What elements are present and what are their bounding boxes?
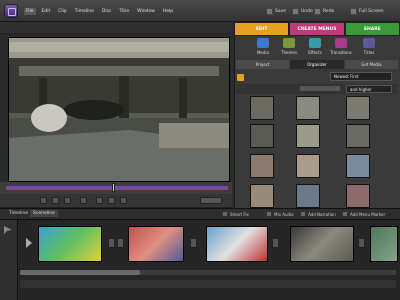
media-grid (250, 96, 390, 208)
workspace-tabs: EDIT CREATE MENUS SHARE (234, 22, 400, 36)
transport-controls (0, 194, 232, 208)
category-themes[interactable]: Themes (276, 38, 302, 60)
transition-icon[interactable] (108, 238, 115, 248)
transition-icon[interactable] (358, 238, 365, 248)
step-forward-icon[interactable] (108, 197, 115, 204)
scene-arrow-icon (26, 238, 34, 248)
media-thumbnail[interactable] (250, 184, 274, 208)
subtab-get-media[interactable]: Get Media (344, 60, 398, 69)
category-media[interactable]: Media (250, 38, 276, 60)
category-titles[interactable]: Titles (356, 38, 382, 60)
tab-timeline[interactable]: Timeline (6, 210, 31, 217)
transition-icon[interactable] (272, 238, 279, 248)
scene-clip[interactable] (128, 226, 184, 262)
media-thumbnail[interactable] (346, 184, 370, 208)
subtab-project[interactable]: Project (236, 60, 290, 69)
menu-clip[interactable]: Clip (56, 8, 69, 15)
narration-icon (300, 211, 306, 217)
folder-icon[interactable] (237, 74, 244, 81)
media-thumbnail[interactable] (296, 154, 320, 178)
menu-edit[interactable]: Edit (40, 8, 53, 15)
timecode-display (200, 197, 222, 204)
themes-icon (283, 38, 295, 48)
scrubber-track[interactable] (6, 186, 228, 190)
full-screen-button[interactable]: Full Screen (350, 6, 384, 16)
menu-help[interactable]: Help (161, 8, 175, 15)
viewer-header (0, 22, 232, 34)
video-preview[interactable] (8, 37, 230, 182)
media-thumbnail[interactable] (250, 96, 274, 120)
media-thumbnail[interactable] (250, 124, 274, 148)
go-to-start-icon[interactable] (40, 197, 47, 204)
menu-disc[interactable]: Disc (100, 8, 114, 15)
rating-filter-dropdown[interactable]: and higher (346, 85, 392, 93)
star-rating-filter[interactable] (300, 86, 340, 91)
go-to-end-icon[interactable] (120, 197, 127, 204)
panel-subtabs: Project Organizer Get Media (236, 60, 398, 69)
media-thumbnail[interactable] (296, 124, 320, 148)
category-transitions[interactable]: Transitions (328, 38, 354, 60)
audio-track-strip (20, 280, 396, 288)
fast-forward-icon[interactable] (96, 197, 103, 204)
save-button[interactable]: Save (266, 6, 286, 16)
scene-clip[interactable] (290, 226, 354, 262)
menu: File Edit Clip Timeline Disc Title Windo… (24, 8, 175, 15)
menu-timeline[interactable]: Timeline (73, 8, 96, 15)
playhead[interactable] (112, 183, 115, 192)
media-thumbnail[interactable] (346, 154, 370, 178)
smart-fix-button[interactable]: Smart Fix (222, 211, 249, 217)
category-effects[interactable]: Effects (302, 38, 328, 60)
scrollbar-thumb[interactable] (20, 270, 140, 275)
menu-title[interactable]: Title (117, 8, 131, 15)
tab-share[interactable]: SHARE (344, 22, 400, 36)
smart-fix-icon (222, 211, 228, 217)
transitions-icon (335, 38, 347, 48)
menu-window[interactable]: Window (135, 8, 157, 15)
tab-edit[interactable]: EDIT (234, 22, 290, 36)
effects-icon (309, 38, 321, 48)
transition-icon[interactable] (117, 238, 124, 248)
undo-icon (292, 7, 299, 15)
tab-sceneline[interactable]: Sceneline (30, 210, 58, 217)
scene-clip[interactable] (206, 226, 268, 262)
undo-button[interactable]: Undo (292, 6, 313, 16)
play-icon[interactable] (80, 197, 87, 204)
save-icon (266, 7, 273, 15)
sort-dropdown[interactable]: Newest First (330, 72, 392, 81)
tab-create-menus[interactable]: CREATE MENUS (289, 22, 345, 36)
media-thumbnail[interactable] (250, 154, 274, 178)
rewind-icon[interactable] (64, 197, 71, 204)
media-icon (257, 38, 269, 48)
mix-audio-button[interactable]: Mix Audio (266, 211, 294, 217)
media-thumbnail[interactable] (346, 96, 370, 120)
media-thumbnail[interactable] (346, 124, 370, 148)
transition-icon[interactable] (190, 238, 197, 248)
app-logo-icon (4, 4, 18, 18)
media-thumbnail[interactable] (296, 184, 320, 208)
scene-clip[interactable] (38, 226, 102, 262)
media-thumbnail[interactable] (296, 96, 320, 120)
full-screen-icon (350, 7, 357, 15)
timeline-header (0, 208, 400, 220)
titles-icon (363, 38, 375, 48)
add-menu-marker-button[interactable]: Add Menu Marker (342, 211, 385, 217)
add-narration-button[interactable]: Add Narration (300, 211, 336, 217)
mix-audio-icon (266, 211, 272, 217)
redo-icon (314, 7, 321, 15)
sceneline-tools (0, 220, 18, 300)
redo-button[interactable]: Redo (314, 6, 334, 16)
step-back-icon[interactable] (52, 197, 59, 204)
scene-clip[interactable] (370, 226, 398, 262)
preview-frame-image (9, 38, 229, 181)
subtab-organizer[interactable]: Organizer (290, 60, 344, 69)
menu-marker-icon (342, 211, 348, 217)
menu-file[interactable]: File (24, 8, 36, 15)
